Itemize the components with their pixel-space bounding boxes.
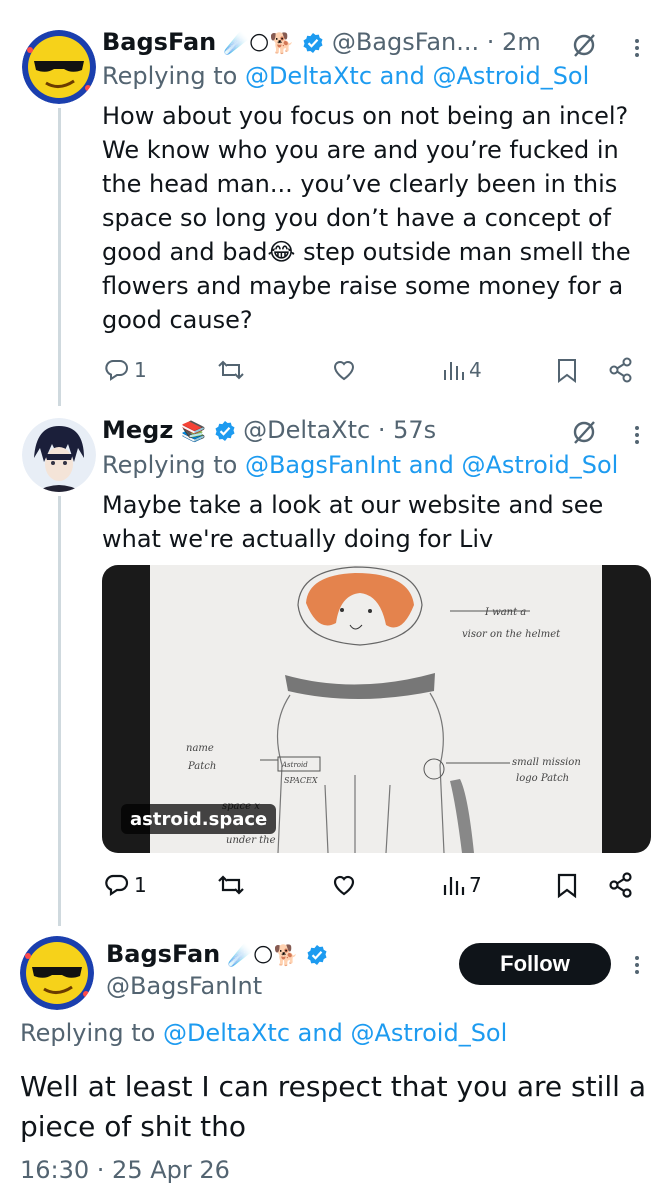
reply-button[interactable]: 1 (104, 873, 147, 897)
heart-icon (333, 361, 355, 381)
reply-icon (105, 360, 128, 381)
repost-icon (218, 875, 244, 895)
share-icon[interactable] (608, 357, 634, 383)
sketch-label-name-1: name (186, 743, 214, 754)
tweet-text: How about you focus on not being an ince… (102, 102, 631, 334)
post-timestamp[interactable]: 16:30 · 25 Apr 26 (20, 1156, 230, 1184)
analytics-icon (444, 362, 464, 380)
handle[interactable]: @BagsFan... (332, 28, 479, 56)
name-emoji: ☄️🌕🐕 (227, 943, 299, 967)
sketch-label-mission-2: logo Patch (516, 773, 569, 784)
grok-icon[interactable] (570, 418, 598, 446)
sketch-label-visor-1: I want a (484, 607, 526, 618)
link-domain-chip[interactable]: astroid.space (121, 804, 277, 834)
more-options-icon[interactable] (635, 953, 639, 977)
verified-badge-icon (303, 33, 323, 53)
follow-button[interactable]: Follow (459, 943, 611, 985)
verified-badge-icon (215, 421, 234, 441)
handle[interactable]: @DeltaXtc (243, 416, 370, 444)
sketch-label-visor-2: visor on the helmet (462, 629, 561, 640)
avatar[interactable] (22, 418, 96, 492)
verified-badge-icon (307, 945, 327, 965)
heart-icon (333, 875, 355, 896)
view-count: 4 (469, 358, 482, 382)
tweet-header: Megz 📚 @DeltaXtc · 57s (102, 416, 437, 444)
views-button[interactable]: 7 (441, 873, 482, 897)
like-button[interactable] (331, 873, 357, 897)
repost-button[interactable] (217, 873, 245, 897)
sketch-label-bottom-2: under the (226, 835, 276, 846)
replying-to: Replying to @BagsFanInt and @Astroid_Sol (102, 451, 619, 479)
views-button[interactable]: 4 (441, 358, 482, 382)
name-emoji: 📚 (180, 419, 206, 443)
reply-target-links[interactable]: @BagsFanInt and @Astroid_Sol (245, 451, 618, 479)
tweet-header: BagsFan ☄️🌕🐕 @BagsFan... · 2m (102, 28, 541, 56)
view-count: 7 (469, 873, 482, 897)
grok-icon[interactable] (570, 31, 598, 59)
display-name[interactable]: BagsFan (106, 940, 220, 968)
reply-count: 1 (134, 873, 147, 897)
sketch-label-mission-1: small mission (512, 757, 581, 768)
reply-button[interactable]: 1 (104, 358, 147, 382)
more-options-icon[interactable] (635, 36, 639, 60)
thread-line (58, 496, 61, 926)
avatar[interactable] (22, 30, 96, 104)
more-options-icon[interactable] (635, 423, 639, 447)
reply-icon (105, 874, 129, 897)
repost-button[interactable] (217, 358, 245, 382)
analytics-icon (443, 877, 465, 895)
sketch-label-name-2: Patch (187, 761, 216, 772)
sketch-label-badge-2: SPACEX (284, 776, 318, 785)
display-name[interactable]: Megz (102, 416, 173, 444)
bookmark-icon[interactable] (556, 358, 578, 384)
focused-tweet-text: Well at least I can respect that you are… (20, 1070, 646, 1143)
thread-line (58, 108, 61, 406)
display-name[interactable]: BagsFan (102, 28, 216, 56)
reply-count: 1 (134, 358, 147, 382)
tweet-text: Maybe take a look at our website and see… (102, 491, 604, 553)
like-button[interactable] (331, 358, 357, 382)
sketch-label-badge-1: Astroid (281, 761, 308, 769)
reply-target-links[interactable]: @DeltaXtc and @Astroid_Sol (163, 1019, 507, 1047)
timestamp[interactable]: 57s (393, 416, 436, 444)
repost-icon (218, 360, 244, 380)
name-emoji: ☄️🌕🐕 (223, 31, 295, 55)
handle[interactable]: @BagsFanInt (106, 972, 262, 1000)
timestamp[interactable]: 2m (502, 28, 541, 56)
avatar[interactable] (20, 936, 94, 1010)
bookmark-icon[interactable] (556, 873, 578, 899)
share-icon[interactable] (608, 872, 634, 898)
replying-to: Replying to @DeltaXtc and @Astroid_Sol (20, 1019, 508, 1047)
focused-header: BagsFan ☄️🌕🐕 (106, 940, 328, 968)
reply-target-links[interactable]: @DeltaXtc and @Astroid_Sol (245, 62, 589, 90)
replying-to: Replying to @DeltaXtc and @Astroid_Sol (102, 62, 590, 90)
